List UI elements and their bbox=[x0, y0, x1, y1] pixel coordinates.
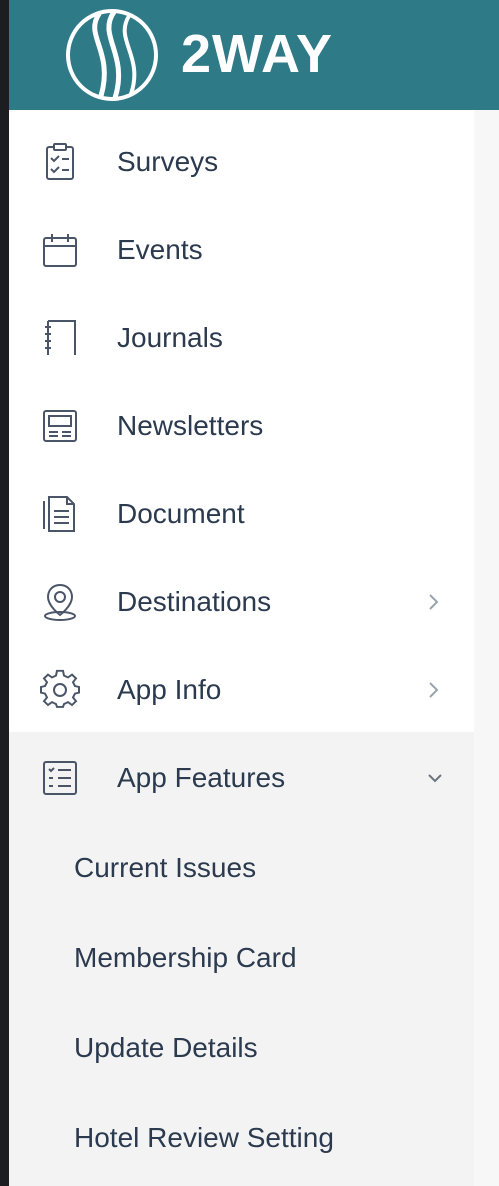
newsletter-icon bbox=[43, 410, 77, 442]
sidebar-item-journals[interactable]: Journals bbox=[9, 294, 474, 382]
sidebar-item-label: App Info bbox=[117, 674, 222, 705]
wave-logo-icon[interactable] bbox=[59, 6, 165, 104]
document-icon bbox=[43, 496, 75, 532]
main-content-edge bbox=[474, 110, 499, 1186]
sidebar-item-newsletters[interactable]: Newsletters bbox=[9, 382, 474, 470]
calendar-icon bbox=[43, 234, 77, 267]
sidebar-item-events[interactable]: Events bbox=[9, 206, 474, 294]
subitem-label: Current Issues bbox=[74, 852, 257, 883]
chevron-down-icon bbox=[428, 774, 442, 783]
sidebar-item-app-features[interactable]: App Features bbox=[9, 734, 474, 822]
chevron-right-icon bbox=[429, 594, 439, 610]
subitem-label: Hotel Review Setting bbox=[74, 1122, 334, 1153]
sidebar-item-surveys[interactable]: Surveys bbox=[9, 118, 474, 206]
subitem-label: Membership Card bbox=[74, 942, 297, 973]
sidebar-nav: Surveys Events Journals Newsletters Docu… bbox=[9, 110, 474, 1186]
survey-clipboard-icon bbox=[46, 143, 74, 180]
sidebar-item-destinations[interactable]: Destinations bbox=[9, 558, 474, 646]
chevron-right-icon bbox=[429, 682, 439, 698]
brand-name: 2WAY bbox=[181, 24, 334, 84]
app-features-group: App Features Current Issues Membership C… bbox=[9, 732, 474, 1186]
sidebar-item-label: Journals bbox=[117, 322, 223, 353]
journal-icon bbox=[45, 320, 76, 355]
sidebar-item-app-info[interactable]: App Info bbox=[9, 646, 474, 734]
sidebar-item-label: Events bbox=[117, 234, 203, 265]
subitem-hotel-review-setting[interactable]: Hotel Review Setting bbox=[9, 1094, 474, 1182]
map-pin-icon bbox=[44, 583, 76, 621]
subitem-label: Update Details bbox=[74, 1032, 258, 1063]
gear-icon bbox=[40, 669, 80, 708]
subitem-membership-card[interactable]: Membership Card bbox=[9, 914, 474, 1002]
window-edge bbox=[0, 0, 9, 1186]
sidebar-item-document[interactable]: Document bbox=[9, 470, 474, 558]
sidebar-item-label: Newsletters bbox=[117, 410, 264, 441]
sidebar-item-label: Surveys bbox=[117, 146, 219, 177]
sidebar-item-label: App Features bbox=[117, 762, 286, 793]
app-header: 2WAY bbox=[9, 0, 499, 110]
list-icon bbox=[43, 761, 77, 795]
sidebar-item-label: Destinations bbox=[117, 586, 272, 617]
subitem-update-details[interactable]: Update Details bbox=[9, 1004, 474, 1092]
sidebar-item-label: Document bbox=[117, 498, 245, 529]
subitem-current-issues[interactable]: Current Issues bbox=[9, 824, 474, 912]
